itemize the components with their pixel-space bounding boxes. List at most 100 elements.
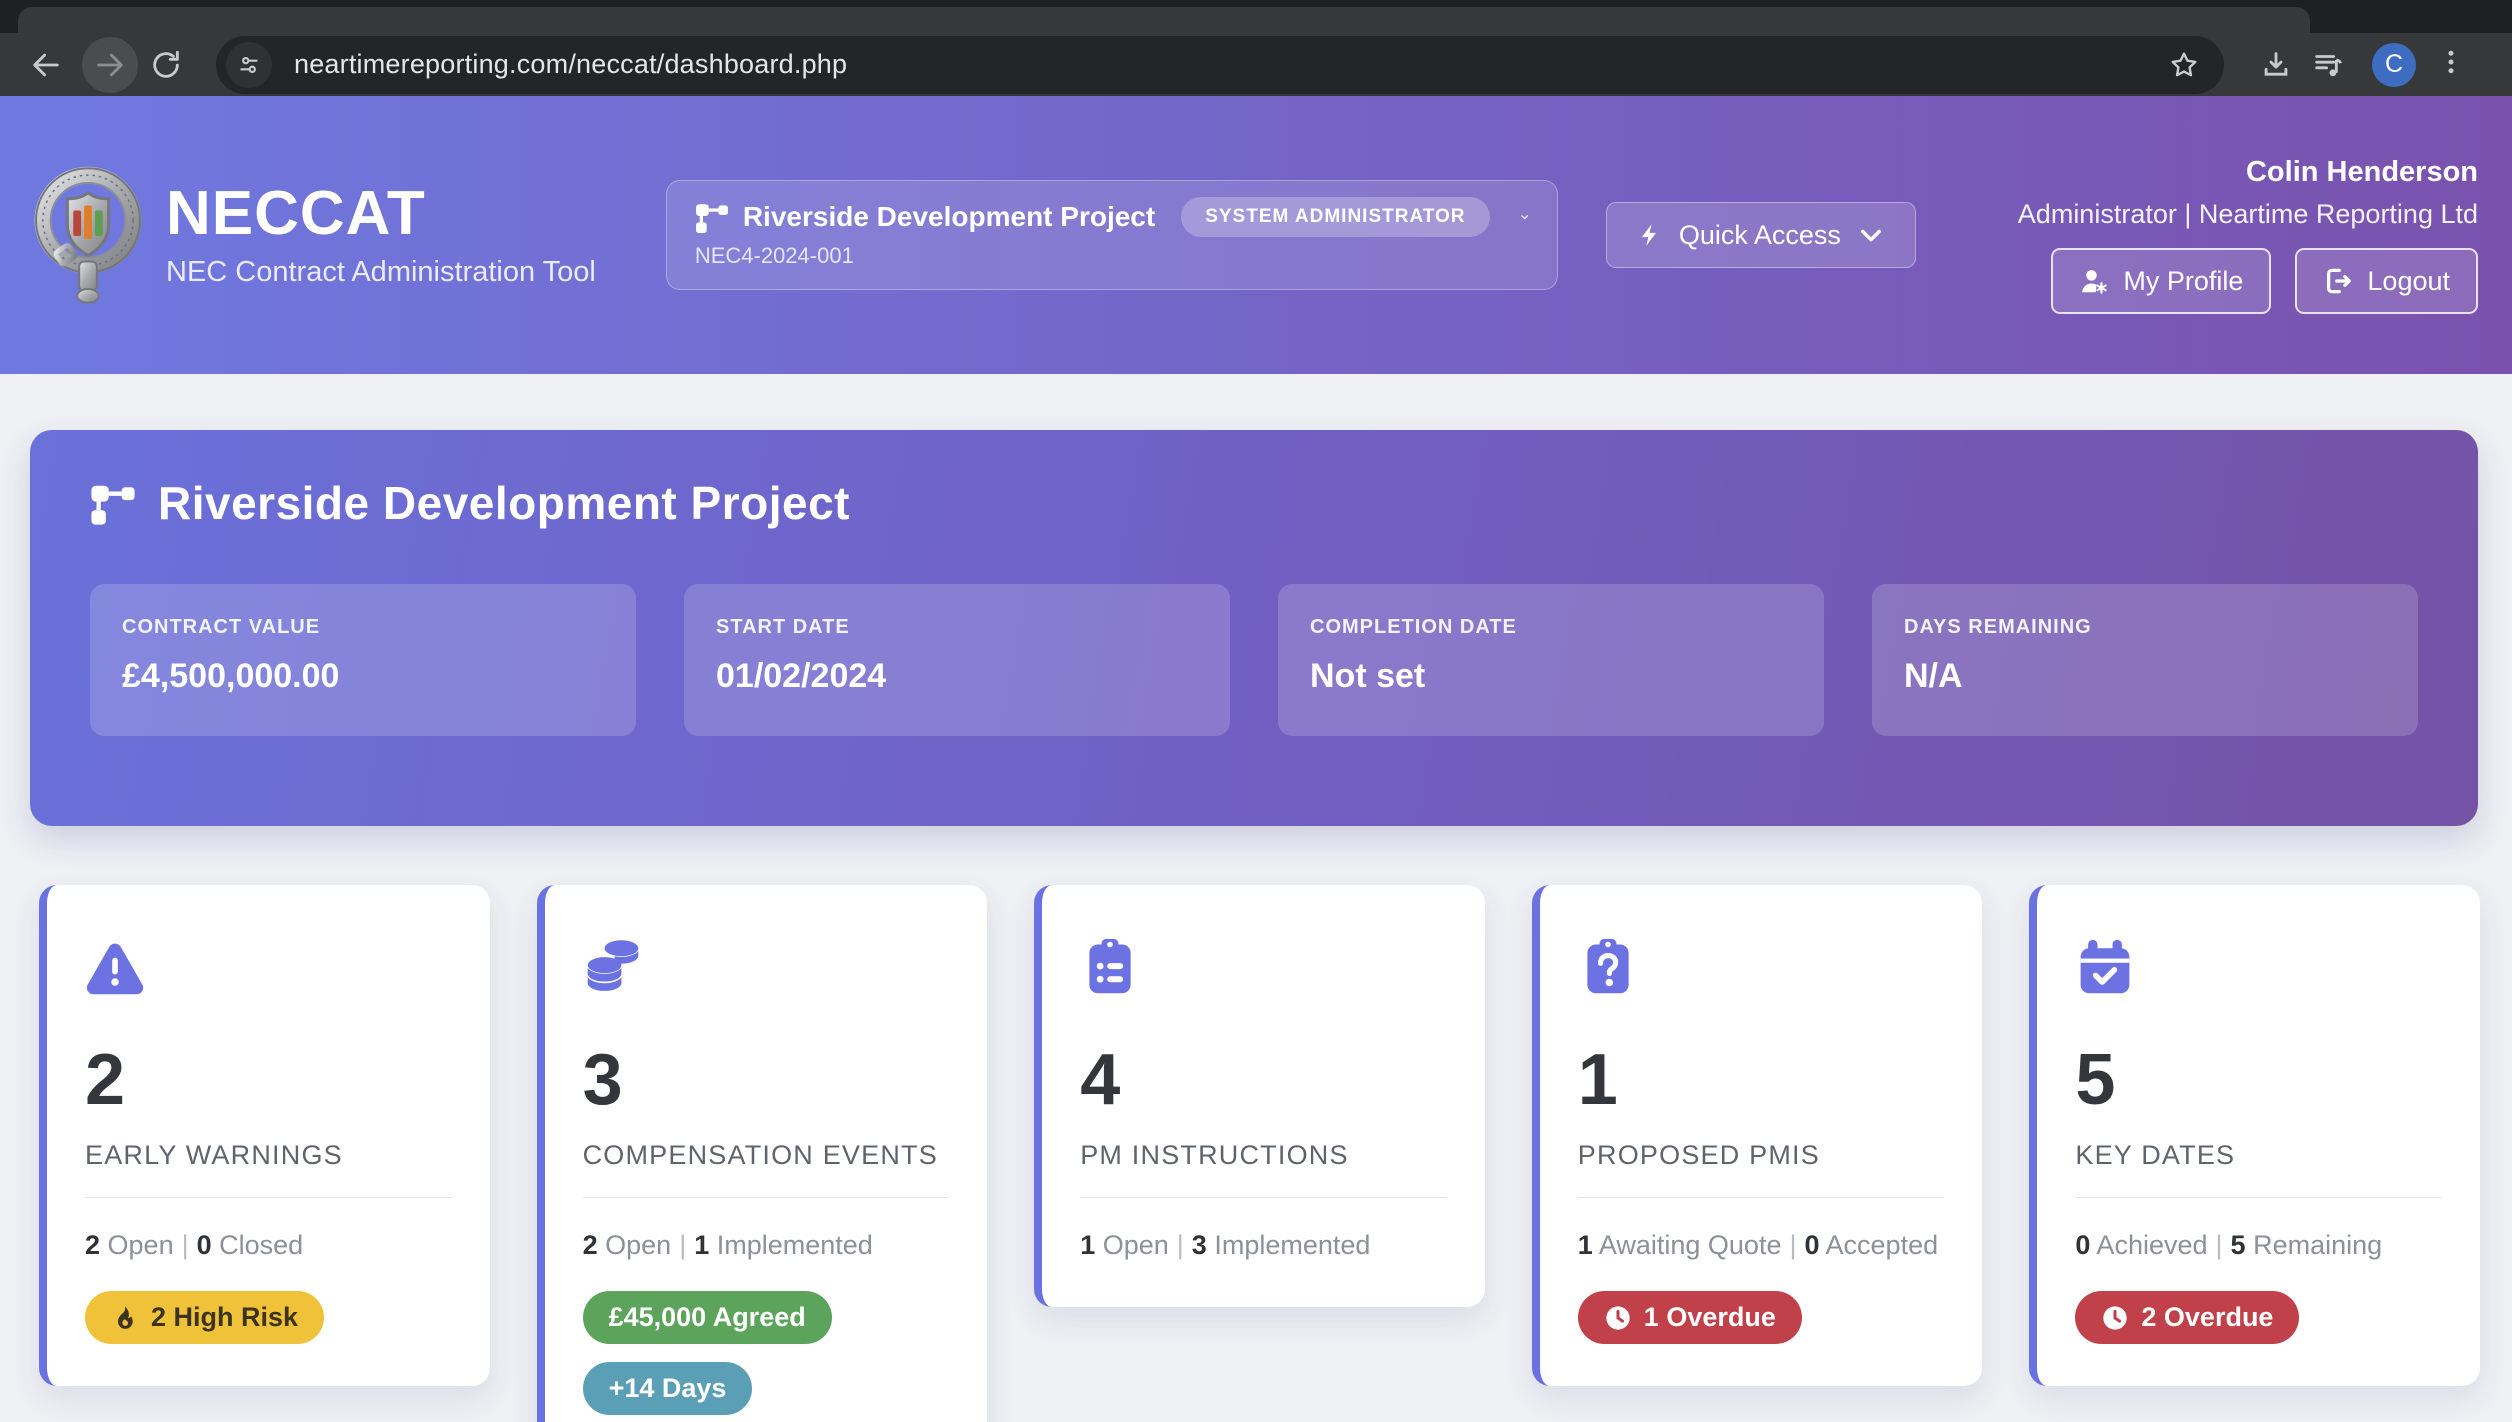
bookmark-star-icon[interactable]: [2164, 45, 2204, 85]
card-count: 1: [1578, 1044, 1945, 1116]
chevron-down-icon: [1520, 200, 1529, 234]
banner-stat-start-date: START DATE 01/02/2024: [684, 584, 1230, 736]
card-stats: 0 Achieved|5 Remaining: [2075, 1226, 2442, 1265]
card-badges: 2 High Risk: [85, 1291, 452, 1344]
app-name: NECCAT: [166, 181, 596, 246]
card-label: KEY DATES: [2075, 1140, 2442, 1171]
site-settings-icon[interactable]: [226, 42, 272, 88]
card-label: EARLY WARNINGS: [85, 1140, 452, 1171]
user-role-company: Administrator | Neartime Reporting Ltd: [2018, 199, 2478, 230]
card-count: 3: [583, 1044, 950, 1116]
card-count: 5: [2075, 1044, 2442, 1116]
user-name: Colin Henderson: [2018, 156, 2478, 189]
banner-stat-value: £4,500,000.00: [122, 657, 604, 696]
clipboard-question-icon: [1578, 937, 1945, 1002]
banner-stat-completion-date: COMPLETION DATE Not set: [1278, 584, 1824, 736]
browser-chrome: neartimereporting.com/neccat/dashboard.p…: [0, 0, 2512, 96]
warning-triangle-icon: [85, 937, 452, 1002]
card-stats: 1 Open|3 Implemented: [1080, 1226, 1447, 1265]
card-key-dates[interactable]: 5 KEY DATES 0 Achieved|5 Remaining 2 Overdu…: [2029, 885, 2480, 1386]
neccat-crest-logo: [34, 156, 142, 314]
app-subtitle: NEC Contract Administration Tool: [166, 256, 596, 289]
clock-icon: [2101, 1304, 2129, 1332]
card-label: COMPENSATION EVENTS: [583, 1140, 950, 1171]
banner-project-title: Riverside Development Project: [158, 476, 850, 530]
logout-button[interactable]: Logout: [2295, 248, 2478, 314]
status-badge: 1 Overdue: [1578, 1291, 1802, 1344]
lightning-icon: [1637, 222, 1663, 248]
card-divider: [1578, 1197, 1945, 1198]
status-badge: 2 Overdue: [2075, 1291, 2299, 1344]
card-compensation-events[interactable]: 3 COMPENSATION EVENTS 2 Open|1 Implemented…: [537, 885, 988, 1422]
browser-tab[interactable]: [18, 7, 2310, 35]
user-gear-icon: [2079, 266, 2109, 296]
browser-profile-avatar[interactable]: C: [2372, 43, 2416, 87]
selected-project-name: Riverside Development Project: [743, 201, 1155, 233]
card-divider: [2075, 1197, 2442, 1198]
banner-stat-value: 01/02/2024: [716, 657, 1198, 696]
card-count: 2: [85, 1044, 452, 1116]
my-profile-button[interactable]: My Profile: [2051, 248, 2271, 314]
card-divider: [583, 1197, 950, 1198]
role-badge: SYSTEM ADMINISTRATOR: [1181, 197, 1489, 237]
project-selector[interactable]: Riverside Development Project SYSTEM ADM…: [666, 180, 1558, 290]
card-proposed-pmis[interactable]: 1 PROPOSED PMIS 1 Awaiting Quote|0 Accepte…: [1532, 885, 1983, 1386]
clock-icon: [1604, 1304, 1632, 1332]
diagram-project-icon: [695, 200, 729, 234]
card-badges: 1 Overdue: [1578, 1291, 1945, 1344]
back-arrow-icon: [29, 48, 63, 82]
banner-stat-value: Not set: [1310, 657, 1792, 696]
card-badges: 2 Overdue: [2075, 1291, 2442, 1344]
user-block: Colin Henderson Administrator | Neartime…: [2018, 156, 2478, 314]
status-badge: 2 High Risk: [85, 1291, 324, 1344]
back-button[interactable]: [18, 37, 74, 93]
calendar-check-icon: [2075, 937, 2442, 1002]
diagram-project-icon: [90, 480, 136, 526]
card-stats: 2 Open|1 Implemented: [583, 1226, 950, 1265]
card-stats: 2 Open|0 Closed: [85, 1226, 452, 1265]
card-divider: [1080, 1197, 1447, 1198]
card-label: PROPOSED PMIS: [1578, 1140, 1945, 1171]
dashboard-cards: 2 EARLY WARNINGS 2 Open|0 Closed 2 High Ris…: [39, 885, 2480, 1422]
coins-icon: [583, 937, 950, 1002]
card-count: 4: [1080, 1044, 1447, 1116]
media-controls-button[interactable]: [2302, 39, 2354, 91]
forward-button[interactable]: [82, 37, 138, 93]
banner-stat-value: N/A: [1904, 657, 2386, 696]
address-bar[interactable]: neartimereporting.com/neccat/dashboard.p…: [216, 36, 2224, 94]
status-badge: £45,000 Agreed: [583, 1291, 832, 1344]
banner-stat-label: CONTRACT VALUE: [122, 616, 604, 639]
card-divider: [85, 1197, 452, 1198]
forward-arrow-icon: [93, 48, 127, 82]
banner-stat-label: DAYS REMAINING: [1904, 616, 2386, 639]
reload-icon: [149, 48, 183, 82]
browser-toolbar: neartimereporting.com/neccat/dashboard.p…: [0, 33, 2512, 96]
banner-stat-contract-value: CONTRACT VALUE £4,500,000.00: [90, 584, 636, 736]
card-early-warnings[interactable]: 2 EARLY WARNINGS 2 Open|0 Closed 2 High Ris…: [39, 885, 490, 1386]
chevron-down-icon: [1857, 221, 1885, 249]
project-banner: Riverside Development Project CONTRACT V…: [30, 430, 2478, 826]
logout-icon: [2323, 266, 2353, 296]
reload-button[interactable]: [138, 37, 194, 93]
card-badges: £45,000 Agreed +14 Days: [583, 1291, 950, 1415]
app-header: NECCAT NEC Contract Administration Tool …: [0, 96, 2512, 374]
banner-stat-days-remaining: DAYS REMAINING N/A: [1872, 584, 2418, 736]
brand-text: NECCAT NEC Contract Administration Tool: [166, 181, 596, 289]
banner-stat-label: START DATE: [716, 616, 1198, 639]
banner-stats: CONTRACT VALUE £4,500,000.00 START DATE 01/…: [90, 584, 2418, 736]
banner-stat-label: COMPLETION DATE: [1310, 616, 1792, 639]
card-label: PM INSTRUCTIONS: [1080, 1140, 1447, 1171]
download-icon: [2259, 48, 2293, 82]
card-pm-instructions[interactable]: 4 PM INSTRUCTIONS 1 Open|3 Implemented: [1034, 885, 1485, 1307]
project-code: NEC4-2024-001: [695, 243, 1529, 269]
url-text: neartimereporting.com/neccat/dashboard.p…: [294, 49, 2164, 80]
fire-icon: [111, 1304, 139, 1332]
quick-access-button[interactable]: Quick Access: [1606, 202, 1916, 268]
card-stats: 1 Awaiting Quote|0 Accepted: [1578, 1226, 1945, 1265]
downloads-button[interactable]: [2250, 39, 2302, 91]
media-playlist-icon: [2311, 48, 2345, 82]
status-badge: +14 Days: [583, 1362, 753, 1415]
kebab-menu-icon: [2436, 47, 2466, 77]
clipboard-list-icon: [1080, 937, 1447, 1002]
browser-menu-button[interactable]: [2436, 47, 2466, 82]
